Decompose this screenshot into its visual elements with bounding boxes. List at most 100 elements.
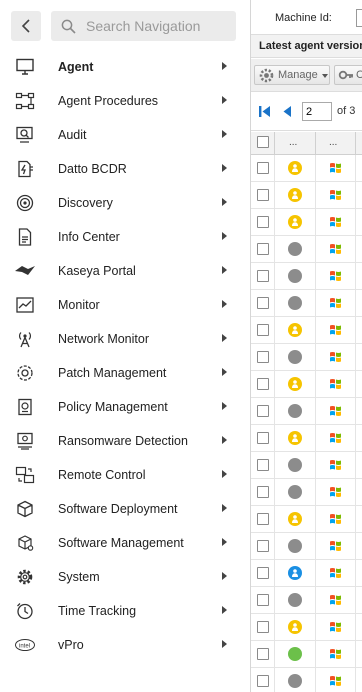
nav-item-info-center[interactable]: Info Center bbox=[0, 220, 250, 254]
column-divider bbox=[274, 668, 275, 692]
table-row[interactable] bbox=[251, 290, 362, 317]
table-row[interactable] bbox=[251, 479, 362, 506]
machine-id-input[interactable] bbox=[356, 9, 362, 27]
table-row[interactable] bbox=[251, 182, 362, 209]
row-checkbox[interactable] bbox=[257, 648, 269, 660]
agent-status-icon[interactable] bbox=[288, 566, 302, 580]
table-row[interactable] bbox=[251, 371, 362, 398]
agent-status-icon[interactable] bbox=[288, 431, 302, 445]
row-checkbox[interactable] bbox=[257, 432, 269, 444]
table-row[interactable] bbox=[251, 587, 362, 614]
table-row[interactable] bbox=[251, 209, 362, 236]
row-checkbox[interactable] bbox=[257, 378, 269, 390]
agent-status-icon[interactable] bbox=[288, 404, 302, 418]
windows-logo-icon bbox=[329, 675, 342, 687]
nav-item-vpro[interactable]: intel vPro bbox=[0, 628, 250, 662]
user-icon bbox=[292, 380, 298, 388]
nav-item-remote-control[interactable]: Remote Control bbox=[0, 458, 250, 492]
first-page-icon[interactable] bbox=[259, 106, 271, 117]
row-checkbox[interactable] bbox=[257, 162, 269, 174]
row-checkbox[interactable] bbox=[257, 243, 269, 255]
row-checkbox[interactable] bbox=[257, 324, 269, 336]
agent-status-icon[interactable] bbox=[288, 215, 302, 229]
column-header-status[interactable]: ... bbox=[275, 132, 316, 154]
agent-status-icon[interactable] bbox=[288, 296, 302, 310]
row-checkbox[interactable] bbox=[257, 540, 269, 552]
nav-item-kaseya-portal[interactable]: Kaseya Portal bbox=[0, 254, 250, 288]
agent-status-icon[interactable] bbox=[288, 242, 302, 256]
row-checkbox[interactable] bbox=[257, 351, 269, 363]
nav-item-discovery[interactable]: Discovery bbox=[0, 186, 250, 220]
table-row[interactable] bbox=[251, 317, 362, 344]
agent-status-icon[interactable] bbox=[288, 350, 302, 364]
agent-status-icon[interactable] bbox=[288, 512, 302, 526]
table-row[interactable] bbox=[251, 236, 362, 263]
row-checkbox[interactable] bbox=[257, 216, 269, 228]
agent-status-icon[interactable] bbox=[288, 620, 302, 634]
row-checkbox[interactable] bbox=[257, 513, 269, 525]
nav-item-audit[interactable]: Audit bbox=[0, 118, 250, 152]
row-checkbox[interactable] bbox=[257, 621, 269, 633]
agent-status-icon[interactable] bbox=[288, 377, 302, 391]
nav-item-monitor[interactable]: Monitor bbox=[0, 288, 250, 322]
nav-item-network-monitor[interactable]: Network Monitor bbox=[0, 322, 250, 356]
agent-status-icon[interactable] bbox=[288, 269, 302, 283]
machine-filter-bar: Machine Id: bbox=[251, 0, 362, 35]
row-checkbox[interactable] bbox=[257, 270, 269, 282]
nav-item-agent-procedures[interactable]: Agent Procedures bbox=[0, 84, 250, 118]
table-row[interactable] bbox=[251, 344, 362, 371]
key-action-label: C bbox=[356, 69, 362, 81]
column-divider bbox=[315, 209, 316, 235]
agent-status-icon[interactable] bbox=[288, 674, 302, 688]
page-number-input[interactable] bbox=[302, 102, 332, 121]
row-checkbox[interactable] bbox=[257, 189, 269, 201]
table-row[interactable] bbox=[251, 614, 362, 641]
key-action-button[interactable]: C bbox=[334, 65, 362, 85]
select-all-checkbox[interactable] bbox=[257, 136, 269, 148]
agent-status-icon[interactable] bbox=[288, 161, 302, 175]
table-row[interactable] bbox=[251, 398, 362, 425]
back-button[interactable] bbox=[11, 11, 41, 41]
row-checkbox[interactable] bbox=[257, 567, 269, 579]
agent-status-icon[interactable] bbox=[288, 593, 302, 607]
table-row[interactable] bbox=[251, 506, 362, 533]
table-row[interactable] bbox=[251, 155, 362, 182]
row-checkbox[interactable] bbox=[257, 459, 269, 471]
table-row[interactable] bbox=[251, 668, 362, 692]
row-checkbox[interactable] bbox=[257, 594, 269, 606]
nav-item-software-management[interactable]: Software Management bbox=[0, 526, 250, 560]
nav-item-datto-bcdr[interactable]: Datto BCDR bbox=[0, 152, 250, 186]
table-row[interactable] bbox=[251, 452, 362, 479]
agent-status-icon[interactable] bbox=[288, 188, 302, 202]
nav-item-system[interactable]: System bbox=[0, 560, 250, 594]
nav-item-agent[interactable]: Agent bbox=[0, 50, 250, 84]
agent-status-icon[interactable] bbox=[288, 539, 302, 553]
table-row[interactable] bbox=[251, 263, 362, 290]
table-row[interactable] bbox=[251, 641, 362, 668]
table-row[interactable] bbox=[251, 560, 362, 587]
table-row[interactable] bbox=[251, 425, 362, 452]
row-checkbox[interactable] bbox=[257, 405, 269, 417]
previous-page-icon[interactable] bbox=[283, 106, 291, 117]
nav-item-patch-management[interactable]: Patch Management bbox=[0, 356, 250, 390]
column-divider bbox=[274, 317, 275, 343]
table-row[interactable] bbox=[251, 533, 362, 560]
column-divider bbox=[355, 290, 356, 316]
row-checkbox[interactable] bbox=[257, 297, 269, 309]
row-checkbox[interactable] bbox=[257, 486, 269, 498]
agent-status-icon[interactable] bbox=[288, 458, 302, 472]
nav-item-time-tracking[interactable]: Time Tracking bbox=[0, 594, 250, 628]
search-box[interactable] bbox=[51, 11, 236, 41]
manage-dropdown-button[interactable]: Manage bbox=[254, 65, 330, 85]
column-divider bbox=[355, 398, 356, 424]
column-divider bbox=[274, 452, 275, 478]
agent-status-icon[interactable] bbox=[288, 323, 302, 337]
column-header-os[interactable]: ... bbox=[316, 132, 356, 154]
nav-item-ransomware-detection[interactable]: Ransomware Detection bbox=[0, 424, 250, 458]
nav-item-policy-management[interactable]: Policy Management bbox=[0, 390, 250, 424]
agent-status-icon[interactable] bbox=[288, 485, 302, 499]
agent-status-icon[interactable] bbox=[288, 647, 302, 661]
nav-item-software-deployment[interactable]: Software Deployment bbox=[0, 492, 250, 526]
row-checkbox[interactable] bbox=[257, 675, 269, 687]
search-input[interactable] bbox=[84, 17, 228, 35]
